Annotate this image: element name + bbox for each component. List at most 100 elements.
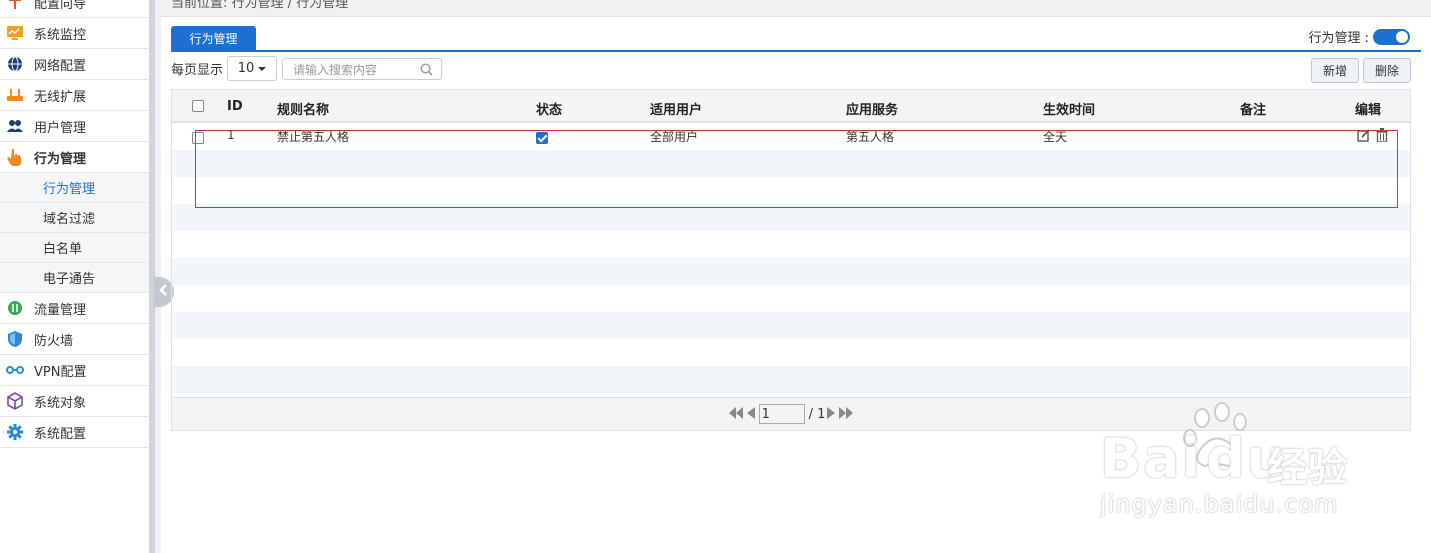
- table-row-empty: [172, 231, 1410, 258]
- sidebar-item-network-config[interactable]: 网络配置: [0, 49, 149, 80]
- baidu-jingyan-watermark: Baidu 经验 jingyan.baidu.com: [1095, 400, 1415, 530]
- sidebar-item-system-monitor[interactable]: 系统监控: [0, 18, 149, 49]
- sidebar-item-label: 用户管理: [34, 120, 87, 136]
- sidebar-item-label: 防火墙: [34, 333, 74, 349]
- column-header-time[interactable]: 生效时间: [1043, 99, 1095, 118]
- watermark-url: jingyan.baidu.com: [1100, 490, 1339, 518]
- column-header-note[interactable]: 备注: [1240, 99, 1266, 118]
- table-row[interactable]: 1 禁止第五人格 全部用户 第五人格 全天: [172, 123, 1410, 150]
- column-header-status[interactable]: 状态: [536, 99, 562, 118]
- page-number-value: 1: [761, 406, 770, 422]
- sidebar: 配置向导 系统监控 网络配置 无线扩展 用户管理 行为管理 行为管理 域名过滤 …: [0, 0, 149, 553]
- search-input[interactable]: 请输入搜索内容: [282, 58, 442, 80]
- toggle-knob: [1396, 30, 1408, 43]
- table-row-empty: [172, 258, 1410, 285]
- table-row-empty: [172, 339, 1410, 366]
- sidebar-subitem-label: 域名过滤: [43, 212, 96, 227]
- select-all-checkbox[interactable]: [192, 100, 204, 112]
- router-icon: [6, 86, 24, 104]
- sidebar-item-label: 系统监控: [34, 27, 87, 43]
- table-row-empty: [172, 366, 1410, 393]
- page-size-value: 10: [237, 61, 255, 76]
- search-placeholder: 请输入搜索内容: [293, 62, 378, 77]
- traffic-icon: [6, 299, 24, 317]
- search-icon[interactable]: [420, 63, 433, 79]
- trash-icon[interactable]: [1376, 128, 1388, 145]
- shield-icon: [6, 330, 24, 348]
- sidebar-subitem-behavior-management[interactable]: 行为管理: [0, 173, 149, 203]
- pin-icon: [6, 0, 24, 12]
- first-page-icon[interactable]: [728, 406, 743, 422]
- breadcrumb-bar: 当前位置: 行为管理 / 行为管理: [161, 0, 1431, 17]
- breadcrumb: 当前位置: 行为管理 / 行为管理: [171, 0, 349, 11]
- vpn-icon: [6, 361, 24, 379]
- sidebar-item-config-wizard[interactable]: 配置向导: [0, 0, 149, 18]
- page-total: / 1: [808, 406, 826, 422]
- sidebar-subitem-whitelist[interactable]: 白名单: [0, 233, 149, 263]
- monitor-icon: [6, 24, 24, 42]
- cube-icon: [6, 392, 24, 410]
- hand-pointer-icon: [6, 148, 24, 166]
- behavior-toggle-switch[interactable]: [1373, 28, 1410, 45]
- sidebar-item-label: VPN配置: [34, 364, 87, 380]
- sidebar-item-vpn-config[interactable]: VPN配置: [0, 355, 149, 386]
- sidebar-subitem-label: 白名单: [43, 242, 83, 257]
- table-row-empty: [172, 285, 1410, 312]
- watermark-brand: Baidu: [1100, 427, 1288, 490]
- cell-name: 禁止第五人格: [277, 130, 350, 144]
- page-size-select[interactable]: 10: [227, 56, 278, 81]
- sidebar-item-label: 系统配置: [34, 426, 87, 442]
- sidebar-item-firewall[interactable]: 防火墙: [0, 324, 149, 355]
- table-row-empty: [172, 177, 1410, 204]
- sidebar-item-label: 配置向导: [34, 0, 87, 12]
- gear-icon: [6, 423, 24, 441]
- sidebar-subitem-e-notice[interactable]: 电子通告: [0, 263, 149, 293]
- cell-time: 全天: [1043, 130, 1068, 144]
- page-size-group: 每页显示 10: [171, 56, 278, 81]
- sidebar-item-user-management[interactable]: 用户管理: [0, 111, 149, 142]
- cell-users: 全部用户: [650, 130, 699, 144]
- sidebar-item-label: 流量管理: [34, 302, 87, 318]
- sidebar-subitem-label: 行为管理: [43, 182, 96, 197]
- next-page-icon[interactable]: [827, 406, 836, 422]
- sidebar-item-label: 行为管理: [34, 151, 87, 167]
- table-row-empty: [172, 312, 1410, 339]
- sidebar-item-label: 系统对象: [34, 395, 87, 411]
- table-row-empty: [172, 150, 1410, 177]
- column-header-users[interactable]: 适用用户: [650, 99, 702, 118]
- caret-down-icon: [258, 66, 267, 71]
- sidebar-item-label: 无线扩展: [34, 89, 87, 105]
- cell-id: 1: [227, 128, 235, 142]
- sidebar-subitem-domain-filter[interactable]: 域名过滤: [0, 203, 149, 233]
- tab-label: 行为管理: [189, 32, 238, 46]
- sidebar-item-wireless[interactable]: 无线扩展: [0, 80, 149, 111]
- cell-service: 第五人格: [846, 130, 895, 144]
- delete-button[interactable]: 删除: [1363, 58, 1411, 83]
- globe-icon: [6, 55, 24, 73]
- users-icon: [6, 117, 24, 135]
- add-button[interactable]: 新增: [1311, 58, 1359, 83]
- column-header-edit: 编辑: [1355, 103, 1382, 118]
- column-header-id[interactable]: ID: [227, 99, 243, 114]
- behavior-toggle-label: 行为管理 :: [1308, 31, 1369, 46]
- column-header-name[interactable]: 规则名称: [277, 99, 329, 118]
- table-row-empty: [172, 204, 1410, 231]
- sidebar-item-system-config[interactable]: 系统配置: [0, 417, 149, 448]
- sidebar-item-behavior-management[interactable]: 行为管理: [0, 142, 149, 173]
- rules-table: ID 规则名称 状态 适用用户 应用服务 生效时间 备注 编辑 1 禁止第五人格…: [171, 89, 1411, 431]
- sidebar-subitem-label: 电子通告: [43, 272, 96, 287]
- prev-page-icon[interactable]: [746, 406, 755, 422]
- watermark-cn: 经验: [1267, 445, 1347, 491]
- sidebar-item-system-objects[interactable]: 系统对象: [0, 386, 149, 417]
- status-checkbox[interactable]: [536, 132, 548, 144]
- page-size-label: 每页显示: [171, 63, 224, 78]
- page-number-input[interactable]: 1: [758, 404, 805, 424]
- tab-behavior-management[interactable]: 行为管理: [171, 26, 256, 51]
- column-header-service[interactable]: 应用服务: [846, 99, 898, 118]
- sidebar-item-label: 网络配置: [34, 58, 87, 74]
- sidebar-item-traffic-management[interactable]: 流量管理: [0, 293, 149, 324]
- row-checkbox[interactable]: [192, 132, 204, 144]
- app-root: 配置向导 系统监控 网络配置 无线扩展 用户管理 行为管理 行为管理 域名过滤 …: [0, 0, 1431, 553]
- edit-icon[interactable]: [1357, 129, 1370, 145]
- last-page-icon[interactable]: [839, 406, 854, 422]
